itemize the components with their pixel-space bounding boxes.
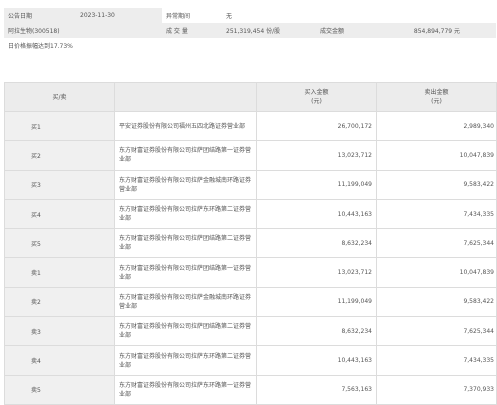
row-sell-amount: 7,625,344 bbox=[376, 228, 497, 259]
row-branch-name: 东方财富证券股份有限公司拉萨团结路第一证券营业部 bbox=[114, 257, 257, 288]
row-branch-name: 东方财富证券股份有限公司拉萨东环路第一证券营业部 bbox=[114, 374, 257, 405]
row-sell-amount: 7,370,933 bbox=[376, 374, 497, 405]
row-branch-name: 平安证券股份有限公司福州五四北路证券营业部 bbox=[114, 110, 257, 142]
abnormal-label: 异常期间 bbox=[166, 13, 191, 20]
row-side: 买4 bbox=[4, 198, 115, 230]
table-row: 买2 东方财富证券股份有限公司拉萨团结路第一证券营业部 13,023,712 1… bbox=[4, 140, 497, 171]
row-sell-amount: 2,989,340 bbox=[376, 110, 497, 142]
header-buy: 买入金额 (元) bbox=[256, 82, 377, 112]
date-label: 公告日期 bbox=[4, 8, 76, 23]
row-buy-amount: 10,443,163 bbox=[256, 345, 377, 376]
volume-label: 成 交 量 bbox=[162, 23, 222, 38]
stock-label: 阿拉生物(300518) bbox=[4, 23, 162, 38]
row-buy-amount: 26,700,172 bbox=[256, 110, 377, 142]
trade-detail-table: 买/卖 买入金额 (元) 卖出金额 (元) 买1 平安证券股份有限公司福州五四北… bbox=[4, 82, 497, 405]
range-text: 日价格振幅达到17.73% bbox=[8, 43, 73, 50]
header-name bbox=[114, 82, 257, 112]
row-side: 卖4 bbox=[4, 345, 115, 376]
row-sell-amount: 9,583,422 bbox=[376, 286, 497, 318]
volume-value: 251,319,454 份/股 bbox=[222, 23, 316, 38]
row-buy-amount: 13,023,712 bbox=[256, 257, 377, 288]
row-buy-amount: 11,199,049 bbox=[256, 286, 377, 318]
amount-label: 成交金额 bbox=[316, 23, 386, 38]
summary-row-date: 公告日期 2023-11-30 异常期间 无 bbox=[4, 8, 496, 23]
row-sell-amount: 7,625,344 bbox=[376, 316, 497, 347]
row-branch-name: 东方财富证券股份有限公司拉萨团结路第二证券营业部 bbox=[114, 316, 257, 347]
row-buy-amount: 8,632,234 bbox=[256, 316, 377, 347]
row-side: 买3 bbox=[4, 169, 115, 200]
row-buy-amount: 8,632,234 bbox=[256, 228, 377, 259]
row-sell-amount: 7,434,335 bbox=[376, 345, 497, 376]
row-sell-amount: 7,434,335 bbox=[376, 198, 497, 230]
date-value: 2023-11-30 bbox=[76, 8, 162, 23]
page: 公告日期 2023-11-30 异常期间 无 阿拉生物(300518) 成 交 … bbox=[0, 0, 497, 405]
row-buy-amount: 11,199,049 bbox=[256, 169, 377, 200]
row-side: 买5 bbox=[4, 228, 115, 259]
summary-row-volume: 阿拉生物(300518) 成 交 量 251,319,454 份/股 成交金额 … bbox=[4, 23, 496, 38]
table-row: 卖5 东方财富证券股份有限公司拉萨东环路第一证券营业部 7,563,163 7,… bbox=[4, 374, 497, 405]
row-side: 买1 bbox=[4, 110, 115, 142]
row-sell-amount: 10,047,839 bbox=[376, 140, 497, 171]
table-row: 买3 东方财富证券股份有限公司拉萨金融城南环路证券营业部 11,199,049 … bbox=[4, 169, 497, 200]
row-sell-amount: 10,047,839 bbox=[376, 257, 497, 288]
summary-table: 公告日期 2023-11-30 异常期间 无 阿拉生物(300518) 成 交 … bbox=[4, 8, 496, 53]
row-branch-name: 东方财富证券股份有限公司拉萨东环路第二证券营业部 bbox=[114, 198, 257, 230]
row-side: 卖3 bbox=[4, 316, 115, 347]
row-branch-name: 东方财富证券股份有限公司拉萨东环路第二证券营业部 bbox=[114, 345, 257, 376]
summary-row-range: 日价格振幅达到17.73% bbox=[4, 38, 496, 53]
table-row: 买5 东方财富证券股份有限公司拉萨团结路第二证券营业部 8,632,234 7,… bbox=[4, 228, 497, 259]
table-row: 卖4 东方财富证券股份有限公司拉萨东环路第二证券营业部 10,443,163 7… bbox=[4, 345, 497, 376]
table-row: 买4 东方财富证券股份有限公司拉萨东环路第二证券营业部 10,443,163 7… bbox=[4, 198, 497, 230]
table-row: 卖1 东方财富证券股份有限公司拉萨团结路第一证券营业部 13,023,712 1… bbox=[4, 257, 497, 288]
row-branch-name: 东方财富证券股份有限公司拉萨金融城南环路证券营业部 bbox=[114, 286, 257, 318]
row-side: 卖5 bbox=[4, 374, 115, 405]
header-side: 买/卖 bbox=[4, 82, 115, 112]
row-buy-amount: 10,443,163 bbox=[256, 198, 377, 230]
table-header: 买/卖 买入金额 (元) 卖出金额 (元) bbox=[4, 82, 497, 112]
header-sell: 卖出金额 (元) bbox=[376, 82, 497, 112]
row-branch-name: 东方财富证券股份有限公司拉萨团结路第一证券营业部 bbox=[114, 140, 257, 171]
row-sell-amount: 9,583,422 bbox=[376, 169, 497, 200]
row-buy-amount: 7,563,163 bbox=[256, 374, 377, 405]
row-buy-amount: 13,023,712 bbox=[256, 140, 377, 171]
amount-value: 854,894,779 元 bbox=[386, 23, 496, 38]
table-row: 卖2 东方财富证券股份有限公司拉萨金融城南环路证券营业部 11,199,049 … bbox=[4, 286, 497, 318]
abnormal-value: 无 bbox=[226, 13, 233, 20]
table-row: 买1 平安证券股份有限公司福州五四北路证券营业部 26,700,172 2,98… bbox=[4, 110, 497, 142]
row-side: 买2 bbox=[4, 140, 115, 171]
row-side: 卖1 bbox=[4, 257, 115, 288]
row-branch-name: 东方财富证券股份有限公司拉萨团结路第二证券营业部 bbox=[114, 228, 257, 259]
row-branch-name: 东方财富证券股份有限公司拉萨金融城南环路证券营业部 bbox=[114, 169, 257, 200]
row-side: 卖2 bbox=[4, 286, 115, 318]
table-row: 卖3 东方财富证券股份有限公司拉萨团结路第二证券营业部 8,632,234 7,… bbox=[4, 316, 497, 347]
